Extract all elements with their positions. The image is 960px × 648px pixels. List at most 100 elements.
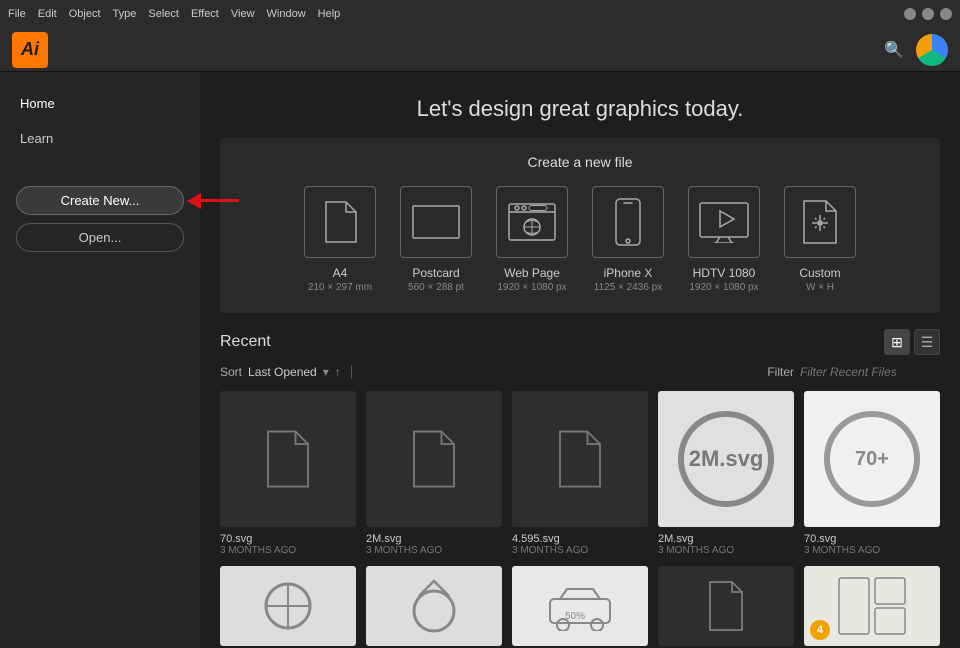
template-webpage[interactable]: Web Page 1920 × 1080 px	[496, 186, 568, 293]
template-a4-dims: 210 × 297 mm	[308, 282, 372, 293]
template-custom[interactable]: Custom W × H	[784, 186, 856, 293]
thumbnail-2m: 2M.svg	[678, 411, 773, 506]
file-name-4: 70.svg	[804, 533, 940, 545]
file-thumb-7: 50%	[512, 566, 648, 646]
file-thumb-4: 70+	[804, 391, 940, 527]
file-icon	[263, 429, 313, 489]
tv-icon	[698, 201, 750, 243]
file-thumb-2	[512, 391, 648, 527]
create-new-button[interactable]: Create New...	[16, 186, 184, 215]
sort-direction-icon[interactable]: ↑	[335, 365, 341, 379]
menu-effect[interactable]: Effect	[191, 8, 219, 20]
file-name-3: 2M.svg	[658, 533, 794, 545]
recent-title: Recent	[220, 333, 271, 351]
create-section: Create a new file A4 210 × 297 mm	[220, 138, 940, 313]
file-date-2: 3 MONTHS AGO	[512, 545, 648, 556]
sidebar-item-home[interactable]: Home	[0, 88, 200, 119]
titlebar-left: File Edit Object Type Select Effect View…	[8, 8, 340, 20]
sort-bar: Sort Last Opened ▾ ↑ Filter	[220, 365, 940, 379]
content-area: Let's design great graphics today. Creat…	[200, 72, 960, 648]
svg-text:50%: 50%	[565, 611, 585, 622]
template-a4-name: A4	[333, 266, 348, 280]
file-thumb-6	[366, 566, 502, 646]
file-thumb-3: 2M.svg	[658, 391, 794, 527]
menu-select[interactable]: Select	[148, 8, 179, 20]
hero-section: Let's design great graphics today.	[200, 72, 960, 138]
file-name-0: 70.svg	[220, 533, 356, 545]
template-custom-name: Custom	[799, 266, 840, 280]
file-icon	[409, 429, 459, 489]
template-icon-a4	[304, 186, 376, 258]
sort-dropdown-icon[interactable]: ▾	[323, 365, 329, 379]
file-card-5[interactable]	[220, 566, 356, 646]
titlebar: File Edit Object Type Select Effect View…	[0, 0, 960, 28]
file-thumb-0	[220, 391, 356, 527]
file-card-2[interactable]: 4.595.svg 3 MONTHS AGO	[512, 391, 648, 556]
filter-label: Filter	[767, 365, 794, 379]
thumbnail-70: 70+	[824, 411, 919, 506]
template-iphone-name: iPhone X	[604, 266, 653, 280]
sidebar-buttons: Create New... Open...	[0, 178, 200, 260]
template-icon-hdtv	[688, 186, 760, 258]
file-date-0: 3 MONTHS AGO	[220, 545, 356, 556]
file-card-8[interactable]	[658, 566, 794, 646]
toolbar-right: 🔍	[884, 34, 948, 66]
layout-icon	[837, 576, 907, 636]
file-card-4[interactable]: 70+ 70.svg 3 MONTHS AGO	[804, 391, 940, 556]
close-button[interactable]: ×	[940, 8, 952, 20]
menu-edit[interactable]: Edit	[38, 8, 57, 20]
menu-window[interactable]: Window	[267, 8, 306, 20]
hero-title: Let's design great graphics today.	[220, 96, 940, 122]
template-icon-custom	[784, 186, 856, 258]
file-card-6[interactable]	[366, 566, 502, 646]
filter-input[interactable]	[800, 365, 940, 379]
toolbar-left: Ai	[12, 32, 48, 68]
template-postcard-dims: 560 × 288 pt	[408, 282, 464, 293]
circle-partial-icon	[258, 576, 318, 636]
template-icon-postcard	[400, 186, 472, 258]
file-card-0[interactable]: 70.svg 3 MONTHS AGO	[220, 391, 356, 556]
file-thumb-1	[366, 391, 502, 527]
file-card-3[interactable]: 2M.svg 2M.svg 3 MONTHS AGO	[658, 391, 794, 556]
file-icon	[555, 429, 605, 489]
menu-help[interactable]: Help	[318, 8, 341, 20]
browser-icon	[507, 202, 557, 242]
maximize-button[interactable]: □	[922, 8, 934, 20]
template-icon-webpage	[496, 186, 568, 258]
file-card-1[interactable]: 2M.svg 3 MONTHS AGO	[366, 391, 502, 556]
menu-view[interactable]: View	[231, 8, 255, 20]
template-iphone-dims: 1125 × 2436 px	[594, 282, 663, 293]
template-hdtv-name: HDTV 1080	[693, 266, 756, 280]
file-card-7[interactable]: 50%	[512, 566, 648, 646]
titlebar-controls: − □ ×	[904, 8, 952, 20]
arrow-indicator	[187, 193, 239, 209]
grid-view-button[interactable]: ⊞	[884, 329, 910, 355]
menu-object[interactable]: Object	[69, 8, 101, 20]
file-card-9[interactable]: 4	[804, 566, 940, 646]
phone-icon	[614, 197, 642, 247]
files-grid-row1: 70.svg 3 MONTHS AGO 2M.svg 3 MONTHS AGO	[220, 391, 940, 556]
list-view-button[interactable]: ☰	[914, 329, 940, 355]
sort-value[interactable]: Last Opened	[248, 365, 317, 379]
template-hdtv-dims: 1920 × 1080 px	[689, 282, 758, 293]
main-layout: Home Learn Create New... Open... Let's d…	[0, 72, 960, 648]
template-iphone[interactable]: iPhone X 1125 × 2436 px	[592, 186, 664, 293]
doc-wide-icon	[411, 204, 461, 240]
minimize-button[interactable]: −	[904, 8, 916, 20]
file-date-3: 3 MONTHS AGO	[658, 545, 794, 556]
open-button[interactable]: Open...	[16, 223, 184, 252]
car-icon: 50%	[545, 581, 615, 631]
menu-type[interactable]: Type	[113, 8, 137, 20]
user-avatar[interactable]	[916, 34, 948, 66]
template-postcard[interactable]: Postcard 560 × 288 pt	[400, 186, 472, 293]
recent-section: Recent ⊞ ☰ Sort Last Opened ▾ ↑ Filter	[200, 313, 960, 648]
template-hdtv[interactable]: HDTV 1080 1920 × 1080 px	[688, 186, 760, 293]
template-a4[interactable]: A4 210 × 297 mm	[304, 186, 376, 293]
template-grid: A4 210 × 297 mm Postcard 560 × 288 pt	[244, 186, 916, 293]
search-button[interactable]: 🔍	[884, 40, 904, 60]
titlebar-menu: File Edit Object Type Select Effect View…	[8, 8, 340, 20]
menu-file[interactable]: File	[8, 8, 26, 20]
file-thumb-9: 4	[804, 566, 940, 646]
sidebar-item-learn[interactable]: Learn	[0, 123, 200, 154]
view-toggles: ⊞ ☰	[884, 329, 940, 355]
